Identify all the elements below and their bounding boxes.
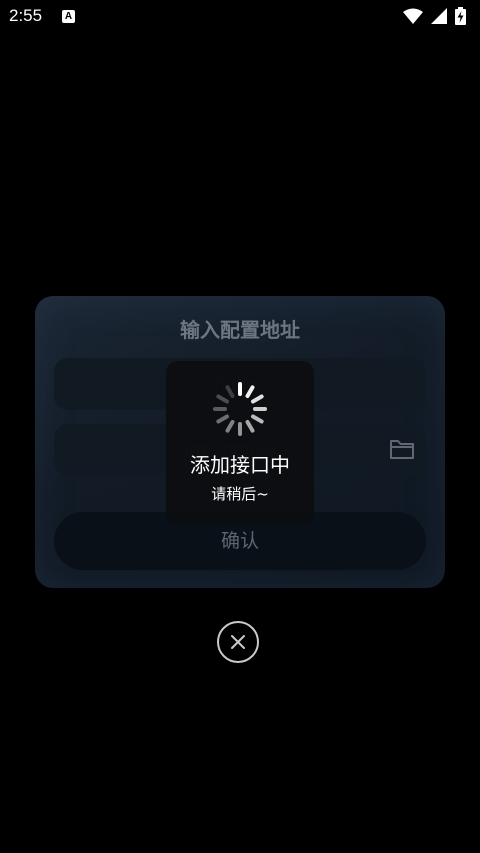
folder-icon[interactable]: [389, 438, 415, 460]
screen: 2:55 A 输入配置地址 fmbox http://fmbox.cc: [0, 0, 480, 853]
close-button[interactable]: [217, 621, 259, 663]
loading-dialog: 添加接口中 请稍后~: [166, 361, 314, 524]
system-icons: [403, 7, 466, 25]
dialog-title: 输入配置地址: [180, 318, 300, 342]
close-icon: [231, 635, 245, 649]
loading-spinner-icon: [213, 382, 267, 436]
signal-icon: [431, 8, 447, 24]
status-time: 2:55: [9, 6, 43, 25]
loading-title: 添加接口中: [190, 453, 290, 477]
notification-icon: A: [62, 10, 75, 23]
battery-charging-icon: [455, 7, 466, 25]
wifi-icon: [403, 8, 423, 24]
status-bar: 2:55 A: [0, 0, 480, 34]
loading-subtitle: 请稍后~: [211, 485, 269, 503]
